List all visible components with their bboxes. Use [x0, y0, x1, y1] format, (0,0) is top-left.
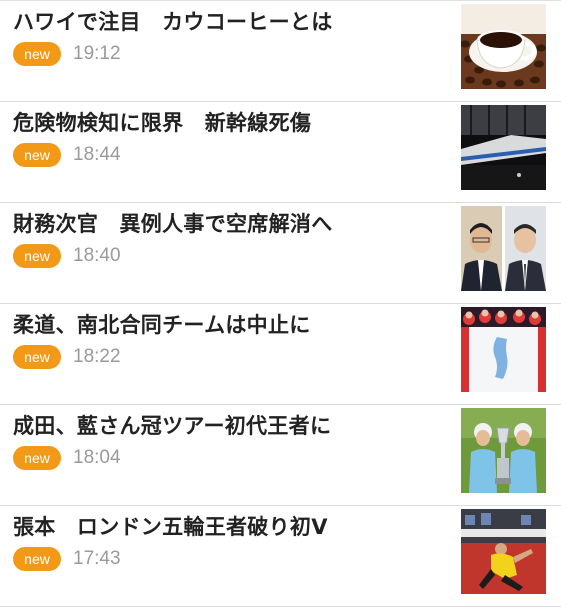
news-item[interactable]: 柔道、南北合同チームは中止に new 18:22	[0, 304, 561, 405]
new-badge: new	[13, 547, 61, 571]
news-time: 18:04	[73, 447, 121, 468]
new-badge: new	[13, 345, 61, 369]
news-time: 18:40	[73, 245, 121, 266]
table-tennis-thumbnail[interactable]	[461, 509, 546, 594]
news-item[interactable]: 財務次官 異例人事で空席解消へ new 18:40	[0, 203, 561, 304]
news-title[interactable]: 柔道、南北合同チームは中止に	[13, 309, 311, 339]
news-item[interactable]: 張本 ロンドン五輪王者破り初V new 17:43	[0, 506, 561, 607]
news-title[interactable]: 財務次官 異例人事で空席解消へ	[13, 208, 333, 238]
news-title[interactable]: 成田、藍さん冠ツアー初代王者に	[13, 410, 331, 440]
news-time: 17:43	[73, 548, 121, 569]
new-badge: new	[13, 143, 61, 167]
news-time: 19:12	[73, 43, 121, 64]
new-badge: new	[13, 446, 61, 470]
news-time: 18:44	[73, 144, 121, 165]
new-badge: new	[13, 42, 61, 66]
news-item[interactable]: ハワイで注目 カウコーヒーとは new 19:12	[0, 1, 561, 102]
new-badge: new	[13, 244, 61, 268]
officials-portraits-thumbnail[interactable]	[461, 206, 546, 291]
golf-trophy-thumbnail[interactable]	[461, 408, 546, 493]
news-list: ハワイで注目 カウコーヒーとは new 19:12 危険物検知に限界 新幹線死傷…	[0, 0, 561, 607]
news-item[interactable]: 成田、藍さん冠ツアー初代王者に new 18:04	[0, 405, 561, 506]
news-title[interactable]: 危険物検知に限界 新幹線死傷	[13, 107, 311, 137]
news-item[interactable]: 危険物検知に限界 新幹線死傷 new 18:44	[0, 102, 561, 203]
news-time: 18:22	[73, 346, 121, 367]
shinkansen-station-thumbnail[interactable]	[461, 105, 546, 190]
news-title[interactable]: 張本 ロンドン五輪王者破り初V	[13, 511, 328, 541]
unification-flag-thumbnail[interactable]	[461, 307, 546, 392]
coffee-cup-thumbnail[interactable]	[461, 4, 546, 89]
news-title[interactable]: ハワイで注目 カウコーヒーとは	[13, 6, 333, 36]
